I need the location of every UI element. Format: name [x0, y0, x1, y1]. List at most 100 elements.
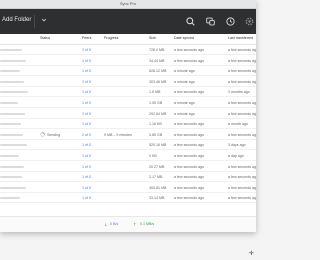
- table-row[interactable]: 1 of 5 303.46 MB a minute ago a few seconds…: [0, 78, 256, 87]
- upload-rate: 0.1 MB/s: [140, 222, 155, 226]
- date-synced-cell: a few seconds ago: [174, 122, 204, 127]
- header-divider: [0, 44, 256, 45]
- folder-name-redacted: [0, 176, 22, 179]
- peers-cell[interactable]: 1 of 5: [82, 46, 91, 54]
- table-row[interactable]: 1 of 5 292.84 MB a minute ago a few seconds…: [0, 110, 256, 119]
- folder-table: Status Peers Progress Size Date synced L…: [0, 34, 256, 216]
- date-synced-cell: a few seconds ago: [174, 164, 204, 169]
- date-synced-cell: a few seconds ago: [174, 143, 204, 148]
- size-cell: 828.12 MB: [149, 69, 167, 74]
- peers-cell[interactable]: 1 of 5: [82, 88, 91, 96]
- folder-name-redacted: [0, 144, 27, 147]
- size-cell: 2.17 MB: [149, 175, 163, 180]
- last-transferred-cell: a day ago: [228, 154, 244, 158]
- size-cell: 1.05 GB: [149, 101, 163, 105]
- size-cell: 0 KB: [149, 154, 157, 158]
- last-transferred-cell: a few seconds ago: [228, 101, 256, 105]
- date-synced-cell: a few seconds ago: [174, 48, 204, 52]
- date-synced-cell: a few seconds ago: [174, 196, 204, 201]
- date-synced-cell: a few seconds ago: [174, 185, 204, 190]
- app-title: Sync Pro: [119, 1, 137, 6]
- toolbar: Add Folder: [0, 9, 256, 34]
- peers-cell[interactable]: 1 of 5: [82, 163, 91, 171]
- size-cell: 33.14 MB: [149, 196, 165, 201]
- folder-name-redacted: [0, 49, 22, 51]
- history-icon[interactable]: [225, 16, 236, 27]
- last-transferred-cell: 3 months ago: [228, 90, 250, 95]
- table-row[interactable]: 1 of 5 520.16 MB a few seconds ago 3 days a…: [0, 141, 256, 151]
- folder-name-redacted: [0, 165, 24, 168]
- sync-spinner-icon: [40, 132, 45, 137]
- peers-cell[interactable]: 2 of 5: [82, 131, 91, 139]
- chevron-down-icon[interactable]: [41, 17, 47, 23]
- folder-name-redacted: [0, 112, 25, 115]
- date-synced-cell: a few seconds ago: [174, 154, 204, 158]
- folder-name-redacted: [0, 70, 20, 73]
- table-row[interactable]: 1 of 5 20.27 MB a few seconds ago a few sec…: [0, 163, 256, 172]
- folder-name-redacted: [0, 59, 26, 62]
- date-synced-cell: a few seconds ago: [174, 132, 204, 137]
- add-folder-button[interactable]: Add Folder: [2, 17, 31, 23]
- size-cell: 1.16 KB: [149, 122, 162, 127]
- column-header-status[interactable]: Status: [40, 36, 50, 40]
- size-cell: 400.81 MB: [149, 185, 167, 190]
- peers-cell[interactable]: 1 of 5: [82, 184, 91, 192]
- table-row[interactable]: 1 of 5 0 KB a few seconds ago a day ago: [0, 152, 256, 161]
- peers-cell[interactable]: 1 of 5: [82, 99, 91, 107]
- folder-name-redacted: [0, 123, 21, 126]
- date-synced-cell: a minute ago: [174, 79, 195, 84]
- folder-name-redacted: [0, 102, 18, 104]
- size-cell: 303.46 MB: [149, 79, 167, 84]
- column-header-peers[interactable]: Peers: [82, 36, 91, 40]
- last-transferred-cell: a few seconds ago: [228, 132, 256, 137]
- table-row[interactable]: 1 of 5 1.16 KB a few seconds ago a month ag…: [0, 120, 256, 130]
- size-cell: 20.27 MB: [149, 164, 165, 169]
- app-window: Sync Pro Add Folder Status Peers Progres…: [0, 0, 256, 232]
- peers-cell[interactable]: 1 of 5: [82, 67, 91, 75]
- table-row[interactable]: 1 of 5 2.17 MB a few seconds ago a few seco…: [0, 173, 256, 183]
- peers-cell[interactable]: 1 of 5: [82, 110, 91, 118]
- table-row[interactable]: 1 of 5 33.14 MB a few seconds ago a few sec…: [0, 194, 256, 204]
- peers-cell[interactable]: 1 of 5: [82, 152, 91, 160]
- table-row[interactable]: 1 of 5 1.05 GB a minute ago a few seconds a…: [0, 99, 256, 108]
- peers-cell[interactable]: 1 of 5: [82, 194, 91, 202]
- last-transferred-cell: a month ago: [228, 122, 248, 127]
- last-transferred-cell: a few seconds ago: [228, 185, 256, 190]
- size-cell: 34.44 MB: [149, 58, 165, 63]
- folder-name-redacted: [0, 155, 19, 157]
- date-synced-cell: a few seconds ago: [174, 90, 204, 95]
- settings-icon[interactable]: [244, 16, 255, 27]
- column-header-date-synced[interactable]: Date synced: [174, 36, 194, 40]
- table-row[interactable]: Sending 2 of 5 9 MB – 9 minutes 3.85 GB a fe…: [0, 131, 256, 140]
- peers-cell[interactable]: 1 of 5: [82, 173, 91, 181]
- search-icon[interactable]: [185, 16, 196, 27]
- download-rate: 0 B/s: [110, 222, 119, 226]
- date-synced-cell: a few seconds ago: [174, 58, 204, 63]
- table-row[interactable]: 1 of 5 34.44 MB a few seconds ago a few sec…: [0, 57, 256, 66]
- column-header-size[interactable]: Size: [149, 36, 156, 40]
- last-transferred-cell: a few seconds ago: [228, 69, 256, 74]
- folder-name-redacted: [0, 186, 26, 189]
- date-synced-cell: a minute ago: [174, 111, 195, 116]
- column-header-last-transferred[interactable]: Last transferred: [228, 36, 253, 40]
- arrow-up-icon: ↑: [133, 222, 137, 227]
- last-transferred-cell: a few seconds ago: [228, 175, 256, 180]
- folder-name-redacted: [0, 133, 23, 136]
- peers-cell[interactable]: 1 of 5: [82, 57, 91, 65]
- devices-icon[interactable]: [205, 16, 216, 27]
- table-row[interactable]: 1 of 5 828.12 MB a minute ago a few seconds…: [0, 67, 256, 77]
- size-cell: 1.6 MB: [149, 90, 161, 95]
- table-row[interactable]: 1 of 5 728.0 MB a few seconds ago a few sec…: [0, 46, 256, 55]
- table-row[interactable]: 1 of 5 400.81 MB a few seconds ago a few se…: [0, 184, 256, 193]
- title-bar: Sync Pro: [0, 0, 256, 9]
- size-cell: 3.85 GB: [149, 132, 163, 137]
- last-transferred-cell: a few seconds ago: [228, 164, 256, 169]
- last-transferred-cell: a few seconds ago: [228, 196, 256, 201]
- table-row[interactable]: 1 of 5 1.6 MB a few seconds ago 3 months ag…: [0, 88, 256, 98]
- peers-cell[interactable]: 1 of 5: [82, 141, 91, 149]
- toolbar-divider: [34, 15, 35, 28]
- column-header-progress[interactable]: Progress: [104, 36, 118, 40]
- peers-cell[interactable]: 1 of 5: [82, 78, 91, 86]
- peers-cell[interactable]: 1 of 5: [82, 120, 91, 128]
- size-cell: 292.84 MB: [149, 111, 167, 116]
